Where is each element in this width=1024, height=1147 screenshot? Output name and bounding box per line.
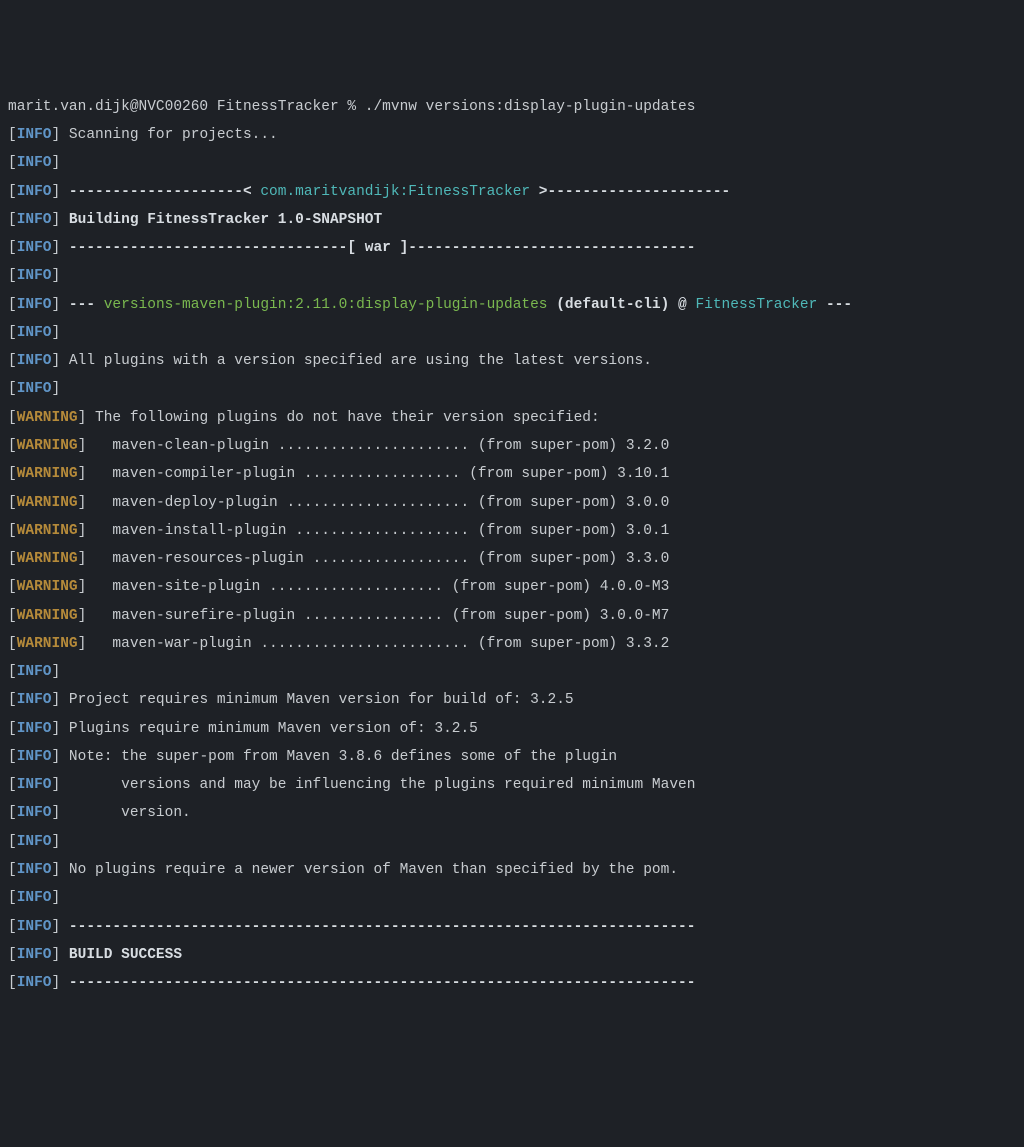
- level-warning: WARNING: [17, 410, 78, 426]
- level-warning: WARNING: [17, 608, 78, 624]
- terminal-line: [INFO]: [8, 884, 1016, 912]
- terminal-line: [WARNING] maven-deploy-plugin ..........…: [8, 489, 1016, 517]
- level-info: INFO: [17, 297, 52, 313]
- terminal-line: [INFO] version.: [8, 799, 1016, 827]
- terminal-line: marit.van.dijk@NVC00260 FitnessTracker %…: [8, 93, 1016, 121]
- level-warning: WARNING: [17, 438, 78, 454]
- building-line: Building FitnessTracker 1.0-SNAPSHOT: [69, 212, 382, 228]
- terminal-line: [INFO] --------------------------------[…: [8, 234, 1016, 262]
- terminal-line: [WARNING] maven-compiler-plugin ........…: [8, 460, 1016, 488]
- level-info: INFO: [17, 155, 52, 171]
- terminal-line: [INFO] No plugins require a newer versio…: [8, 856, 1016, 884]
- terminal-line: [WARNING] maven-resources-plugin .......…: [8, 545, 1016, 573]
- level-info: INFO: [17, 721, 52, 737]
- level-info: INFO: [17, 240, 52, 256]
- level-info: INFO: [17, 127, 52, 143]
- terminal-line: [INFO] --------------------< com.maritva…: [8, 178, 1016, 206]
- terminal-line: [INFO] BUILD SUCCESS: [8, 941, 1016, 969]
- level-info: INFO: [17, 212, 52, 228]
- level-warning: WARNING: [17, 636, 78, 652]
- level-info: INFO: [17, 890, 52, 906]
- level-info: INFO: [17, 692, 52, 708]
- terminal-line: [INFO] Note: the super-pom from Maven 3.…: [8, 743, 1016, 771]
- level-info: INFO: [17, 862, 52, 878]
- terminal-line: [INFO]: [8, 658, 1016, 686]
- level-info: INFO: [17, 805, 52, 821]
- terminal-line: [WARNING] maven-install-plugin .........…: [8, 517, 1016, 545]
- terminal-line: [INFO] Project requires minimum Maven ve…: [8, 686, 1016, 714]
- terminal-line: [INFO] All plugins with a version specif…: [8, 347, 1016, 375]
- level-warning: WARNING: [17, 551, 78, 567]
- shell-prompt: marit.van.dijk@NVC00260 FitnessTracker %: [8, 99, 365, 115]
- level-warning: WARNING: [17, 495, 78, 511]
- terminal-line: [WARNING] maven-site-plugin ............…: [8, 573, 1016, 601]
- terminal-output[interactable]: marit.van.dijk@NVC00260 FitnessTracker %…: [8, 93, 1016, 998]
- terminal-line: [INFO]: [8, 828, 1016, 856]
- terminal-line: [INFO] --- versions-maven-plugin:2.11.0:…: [8, 291, 1016, 319]
- terminal-line: [INFO]: [8, 319, 1016, 347]
- level-info: INFO: [17, 353, 52, 369]
- level-info: INFO: [17, 749, 52, 765]
- command: ./mvnw versions:display-plugin-updates: [365, 99, 696, 115]
- level-warning: WARNING: [17, 523, 78, 539]
- level-info: INFO: [17, 664, 52, 680]
- level-info: INFO: [17, 381, 52, 397]
- level-info: INFO: [17, 325, 52, 341]
- terminal-line: [WARNING] The following plugins do not h…: [8, 404, 1016, 432]
- terminal-line: [INFO] ---------------------------------…: [8, 969, 1016, 997]
- artifact-id: com.maritvandijk:FitnessTracker: [260, 184, 530, 200]
- level-info: INFO: [17, 777, 52, 793]
- terminal-line: [INFO]: [8, 149, 1016, 177]
- terminal-line: [INFO] Scanning for projects...: [8, 121, 1016, 149]
- level-info: INFO: [17, 184, 52, 200]
- maven-goal: versions-maven-plugin:2.11.0:display-plu…: [104, 297, 548, 313]
- terminal-line: [INFO]: [8, 262, 1016, 290]
- terminal-line: [INFO] versions and may be influencing t…: [8, 771, 1016, 799]
- level-warning: WARNING: [17, 466, 78, 482]
- level-info: INFO: [17, 834, 52, 850]
- level-warning: WARNING: [17, 579, 78, 595]
- build-success: BUILD SUCCESS: [69, 947, 182, 963]
- terminal-line: [WARNING] maven-clean-plugin ...........…: [8, 432, 1016, 460]
- maven-project: FitnessTracker: [695, 297, 817, 313]
- terminal-line: [WARNING] maven-surefire-plugin ........…: [8, 602, 1016, 630]
- terminal-line: [WARNING] maven-war-plugin .............…: [8, 630, 1016, 658]
- level-info: INFO: [17, 975, 52, 991]
- level-info: INFO: [17, 268, 52, 284]
- terminal-line: [INFO] Plugins require minimum Maven ver…: [8, 715, 1016, 743]
- level-info: INFO: [17, 919, 52, 935]
- terminal-line: [INFO] ---------------------------------…: [8, 913, 1016, 941]
- terminal-line: [INFO] Building FitnessTracker 1.0-SNAPS…: [8, 206, 1016, 234]
- level-info: INFO: [17, 947, 52, 963]
- terminal-line: [INFO]: [8, 375, 1016, 403]
